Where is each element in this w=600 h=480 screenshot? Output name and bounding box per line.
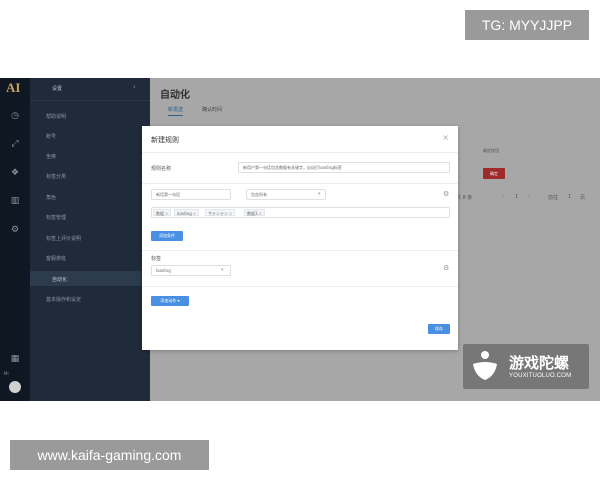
expand-icon[interactable]: ⤢	[9, 138, 21, 150]
tab-send[interactable]: 新发送	[168, 106, 184, 116]
condition-select[interactable]: 新话第一句话	[151, 189, 231, 200]
watermark-en-text: YOUXITUOLUO.COM	[509, 373, 572, 379]
settings-icon[interactable]: ⚙	[443, 264, 449, 272]
rule-name-label: 规则名称	[151, 166, 172, 172]
add-action-button[interactable]: 添加动作 ▾	[151, 296, 189, 306]
chart-icon[interactable]: ▥	[9, 195, 21, 207]
pager-suffix: 页	[580, 195, 586, 201]
close-icon: ×	[165, 211, 169, 216]
operator-select[interactable]: 包含所有	[246, 189, 326, 200]
close-icon: ×	[258, 211, 262, 216]
sidebar-item[interactable]: 标签上评价说明	[46, 235, 81, 242]
pager-prev[interactable]: ‹	[502, 194, 504, 200]
icon-rail: AI ◷ ⤢ ❖ ▥ ⚙ ▦ Mi	[0, 78, 30, 401]
column-header: 确定按钮	[483, 148, 499, 153]
new-rule-dialog: 新建规则 × 规则名称 新用户第一句话包含数据有关键字，自动打loading标签…	[142, 126, 458, 350]
tab-confirm-time[interactable]: 确认时间	[202, 106, 222, 113]
sidebar-title: 设置	[52, 86, 63, 92]
gear-icon[interactable]: ⚙	[9, 224, 21, 236]
close-icon[interactable]: ×	[442, 133, 449, 142]
pager-goto-input[interactable]: 1	[568, 194, 571, 200]
grid-icon[interactable]: ▦	[9, 353, 21, 365]
sidebar-active-highlight	[30, 271, 150, 286]
sidebar-item[interactable]: 帮助说明	[46, 113, 66, 120]
app-logo: AI	[6, 80, 21, 95]
settings-sidebar: 设置 ‹ 帮助说明 账号 坐席 标签分类 角色 标签管理 标签上评价说明 客服排…	[30, 78, 150, 401]
keyword-tag: loading×	[174, 209, 200, 216]
save-button[interactable]: 保存	[428, 324, 450, 334]
sidebar-item[interactable]: 标签分类	[46, 173, 66, 180]
sidebar-header: 设置 ‹	[30, 78, 150, 101]
settings-icon[interactable]: ⚙	[443, 190, 449, 198]
pager-page[interactable]: 1	[515, 194, 518, 200]
divider	[142, 152, 458, 153]
pager-total: 共 8 条	[456, 195, 473, 201]
pager-next[interactable]: ›	[528, 194, 530, 200]
avatar[interactable]	[9, 381, 21, 393]
sidebar-item[interactable]: 账号	[46, 133, 56, 140]
dialog-title: 新建规则	[151, 136, 179, 144]
page-title: 自动化	[160, 90, 190, 101]
sidebar-item[interactable]: 角色	[46, 194, 56, 201]
clock-icon[interactable]: ◷	[9, 110, 21, 122]
keyword-tag: 数据3×	[244, 209, 265, 216]
bubble-icon[interactable]: ❖	[9, 167, 21, 179]
tag-label: 标签	[151, 256, 162, 262]
back-icon[interactable]: ‹	[133, 83, 136, 91]
divider	[142, 183, 458, 184]
sidebar-item[interactable]: 坐席	[46, 153, 56, 160]
watermark-logo: 游戏陀螺 YOUXITUOLUO.COM	[463, 344, 589, 389]
keyword-tag: 数据×	[153, 209, 172, 216]
sidebar-item[interactable]: 标签管理	[46, 214, 66, 221]
close-icon: ×	[192, 211, 197, 216]
spinning-top-icon	[473, 351, 497, 380]
rail-footer-label: Mi	[4, 371, 9, 376]
close-icon: ×	[229, 211, 233, 216]
confirm-button[interactable]: 确定	[483, 168, 505, 179]
keyword-tag: サテンテン×	[205, 209, 236, 216]
add-condition-button[interactable]: 添加条件	[151, 231, 183, 241]
pager-goto: 前往	[548, 195, 559, 201]
tag-select[interactable]: loading	[151, 265, 231, 276]
sidebar-item[interactable]: 基本操作和设定	[46, 296, 81, 303]
sidebar-item-automation[interactable]: 自动化	[52, 276, 67, 283]
watermark-cn-text: 游戏陀螺	[509, 354, 570, 372]
chevron-down-icon: ▾	[318, 191, 321, 197]
chevron-down-icon: ▾	[221, 267, 224, 273]
sidebar-item[interactable]: 客服排班	[46, 255, 66, 262]
tg-handle-badge: TG: MYYJJPP	[465, 10, 589, 40]
rule-name-input[interactable]: 新用户第一句话包含数据有关键字，自动打loading标签	[238, 162, 450, 173]
divider	[142, 286, 458, 287]
site-url-badge: www.kaifa-gaming.com	[10, 440, 209, 470]
divider	[142, 250, 458, 251]
